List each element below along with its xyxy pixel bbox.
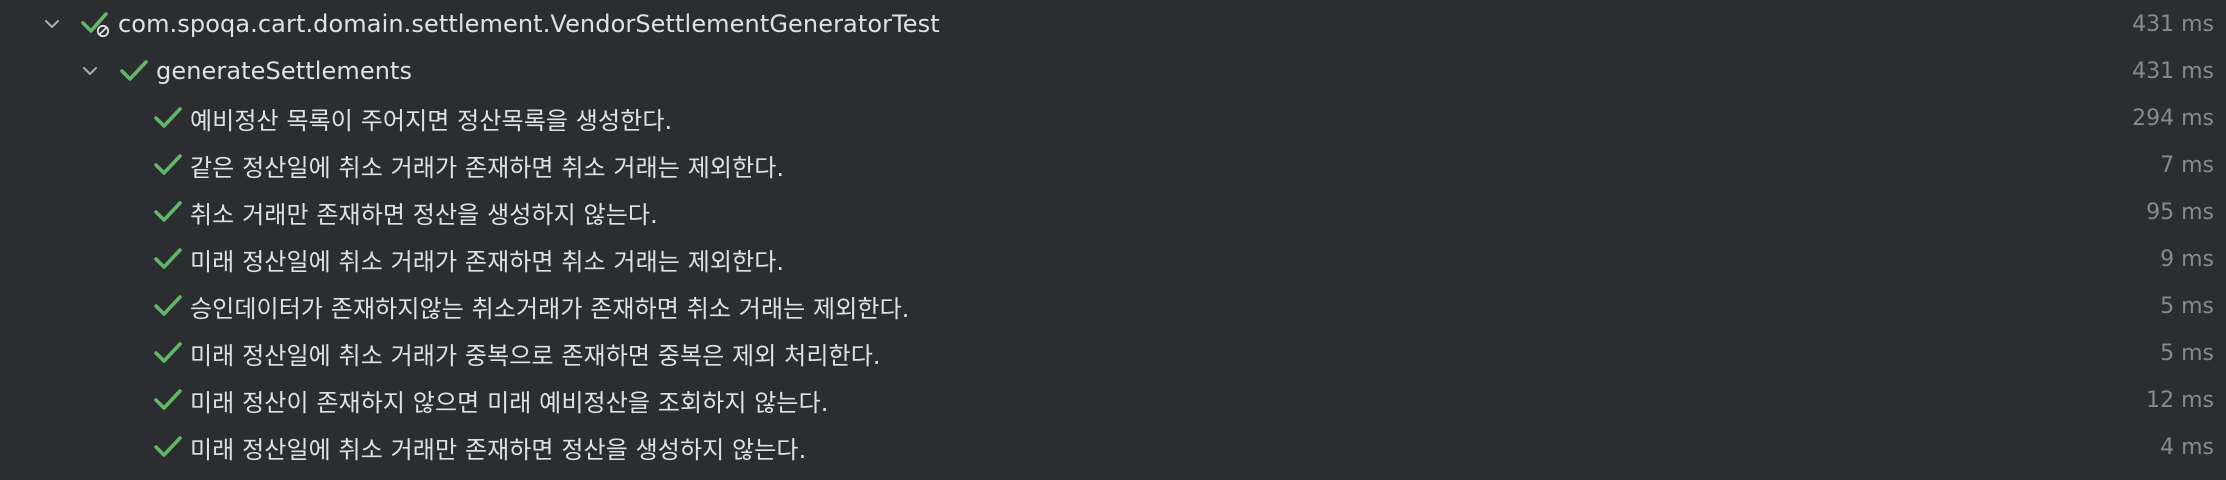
test-results-tree: com.spoqa.cart.domain.settlement.VendorS… bbox=[0, 0, 2226, 480]
tree-row-test[interactable]: 취소 거래만 존재하면 정산을 생성하지 않는다. 95 ms bbox=[0, 188, 2226, 236]
check-icon bbox=[152, 102, 184, 134]
chevron-down-icon[interactable] bbox=[40, 12, 64, 36]
check-with-ignored-icon bbox=[80, 8, 112, 40]
check-icon bbox=[152, 337, 184, 369]
test-name: 미래 정산일에 취소 거래만 존재하면 정산을 생성하지 않는다. bbox=[190, 435, 807, 464]
tree-row-test[interactable]: 미래 정산일에 취소 거래만 존재하면 정산을 생성하지 않는다. 4 ms bbox=[0, 423, 2226, 471]
check-icon bbox=[118, 55, 150, 87]
test-duration: 12 ms bbox=[2146, 387, 2214, 413]
test-name: 예비정산 목록이 주어지면 정산목록을 생성한다. bbox=[190, 106, 673, 135]
tree-row-test-method-group[interactable]: generateSettlements 431 ms bbox=[0, 47, 2226, 95]
check-icon bbox=[152, 149, 184, 181]
test-method-group-duration: 431 ms bbox=[2132, 58, 2214, 84]
tree-row-test[interactable]: 미래 정산이 존재하지 않으면 미래 예비정산을 조회하지 않는다. 12 ms bbox=[0, 376, 2226, 424]
test-name: 미래 정산일에 취소 거래가 중복으로 존재하면 중복은 제외 처리한다. bbox=[190, 341, 881, 370]
check-icon bbox=[152, 431, 184, 463]
test-duration: 5 ms bbox=[2160, 293, 2214, 319]
tree-row-test[interactable]: 승인데이터가 존재하지않는 취소거래가 존재하면 취소 거래는 제외한다. 5 … bbox=[0, 282, 2226, 330]
test-duration: 7 ms bbox=[2160, 152, 2214, 178]
test-name: 미래 정산일에 취소 거래가 존재하면 취소 거래는 제외한다. bbox=[190, 247, 785, 276]
check-icon bbox=[152, 196, 184, 228]
test-method-group-name: generateSettlements bbox=[156, 57, 413, 85]
tree-row-test[interactable]: 미래 정산일에 취소 거래가 중복으로 존재하면 중복은 제외 처리한다. 5 … bbox=[0, 329, 2226, 377]
test-duration: 294 ms bbox=[2132, 105, 2214, 131]
test-name: 취소 거래만 존재하면 정산을 생성하지 않는다. bbox=[190, 200, 658, 229]
test-duration: 9 ms bbox=[2160, 246, 2214, 272]
tree-row-test-class[interactable]: com.spoqa.cart.domain.settlement.VendorS… bbox=[0, 0, 2226, 48]
test-duration: 4 ms bbox=[2160, 434, 2214, 460]
check-icon bbox=[152, 290, 184, 322]
test-class-name: com.spoqa.cart.domain.settlement.VendorS… bbox=[118, 10, 940, 38]
tree-row-test[interactable]: 미래 정산일에 취소 거래가 존재하면 취소 거래는 제외한다. 9 ms bbox=[0, 235, 2226, 283]
tree-row-test[interactable]: 같은 정산일에 취소 거래가 존재하면 취소 거래는 제외한다. 7 ms bbox=[0, 141, 2226, 189]
test-class-duration: 431 ms bbox=[2132, 11, 2214, 37]
test-duration: 95 ms bbox=[2146, 199, 2214, 225]
check-icon bbox=[152, 243, 184, 275]
test-name: 승인데이터가 존재하지않는 취소거래가 존재하면 취소 거래는 제외한다. bbox=[190, 294, 910, 323]
tree-row-test[interactable]: 예비정산 목록이 주어지면 정산목록을 생성한다. 294 ms bbox=[0, 94, 2226, 142]
chevron-down-icon[interactable] bbox=[78, 59, 102, 83]
test-duration: 5 ms bbox=[2160, 340, 2214, 366]
check-icon bbox=[152, 384, 184, 416]
test-name: 같은 정산일에 취소 거래가 존재하면 취소 거래는 제외한다. bbox=[190, 153, 785, 182]
test-name: 미래 정산이 존재하지 않으면 미래 예비정산을 조회하지 않는다. bbox=[190, 388, 829, 417]
